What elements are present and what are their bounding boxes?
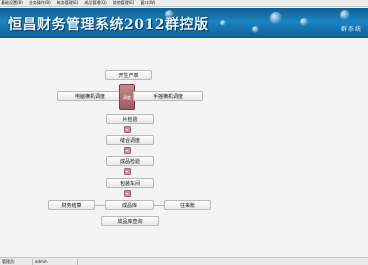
open-order-button[interactable]: 开生产单 bbox=[105, 70, 152, 80]
down-arrow-icon bbox=[124, 147, 131, 154]
finished-check-button[interactable]: 成品检验 bbox=[106, 156, 154, 166]
receivables-button[interactable]: 往来账 bbox=[164, 200, 211, 210]
workflow-area: 开生产单 电脑横机调度 调度 手摇横机调度 片检验 缝合调度 成品检验 包装车间… bbox=[0, 38, 368, 257]
hand-dispatch-button[interactable]: 手摇横机调度 bbox=[133, 91, 203, 101]
packing-shipping-button[interactable]: 包装车间 bbox=[106, 178, 154, 188]
bubble-decoration bbox=[270, 12, 282, 24]
status-user: admin bbox=[33, 258, 78, 265]
banner-right-text: 群系统 bbox=[340, 26, 362, 33]
down-arrow-icon bbox=[124, 126, 131, 133]
menu-other[interactable]: 其他管理(E) bbox=[113, 0, 135, 6]
connector-line bbox=[95, 205, 105, 206]
menu-basic-settings[interactable]: 基础设置(B) bbox=[1, 0, 23, 6]
bubble-decoration bbox=[340, 10, 350, 20]
menu-window[interactable]: 窗口(W) bbox=[140, 0, 155, 6]
bubble-decoration bbox=[300, 18, 308, 26]
piece-check-button[interactable]: 片检验 bbox=[106, 114, 154, 124]
connector-line bbox=[154, 205, 164, 206]
computer-dispatch-button[interactable]: 电脑横机调度 bbox=[57, 91, 123, 101]
menu-bar: 基础设置(B) 业务操作(B) 帐务管理(E) 成品管理(Q) 其他管理(E) … bbox=[0, 0, 368, 7]
finance-settle-button[interactable]: 财务结算 bbox=[48, 200, 95, 210]
menu-accounts[interactable]: 帐务管理(E) bbox=[57, 0, 79, 6]
bubble-decoration bbox=[220, 20, 226, 26]
down-arrow-icon bbox=[124, 168, 131, 175]
hub-label: 调度 bbox=[123, 95, 131, 100]
header-banner: 恒昌财务管理系统2012群控版 群系统 bbox=[0, 8, 368, 38]
down-arrow-icon bbox=[124, 190, 131, 197]
menu-business-ops[interactable]: 业务操作(B) bbox=[29, 0, 51, 6]
bubble-decoration bbox=[252, 26, 259, 33]
finished-warehouse-button[interactable]: 成品库 bbox=[105, 200, 154, 210]
status-bar: 管理员: admin bbox=[0, 257, 368, 265]
status-role: 管理员: bbox=[0, 258, 33, 265]
menu-finished-goods[interactable]: 成品管理(Q) bbox=[84, 0, 106, 6]
warehouse-query-button[interactable]: 成品库查询 bbox=[101, 216, 159, 226]
app-title: 恒昌财务管理系统2012群控版 bbox=[8, 17, 209, 33]
sewing-dispatch-button[interactable]: 缝合调度 bbox=[106, 135, 154, 145]
